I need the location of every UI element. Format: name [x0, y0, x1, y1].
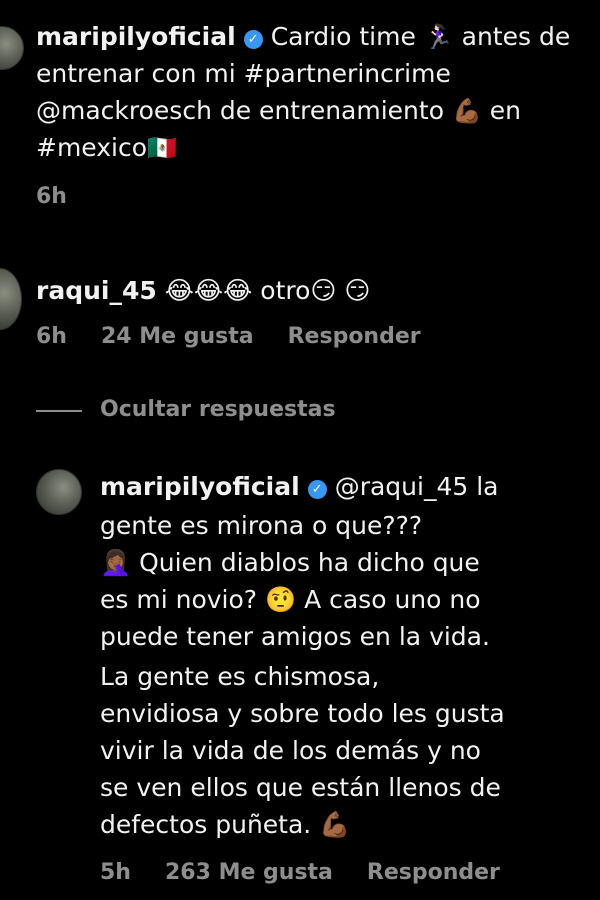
post-caption-line-1: maripilyoficial ✓ Cardio time 🏃🏻‍♀️ antes …	[36, 18, 570, 56]
reply-line-4: es mi novio? 🤨 A caso uno no	[100, 585, 481, 614]
mention-link[interactable]: @mackroesch de entrenamiento	[36, 96, 452, 125]
comment-time: 6h	[36, 324, 67, 349]
reply-line-6: La gente es chismosa,	[100, 662, 380, 691]
post-timestamp: 6h	[36, 184, 101, 209]
reply-likes-link[interactable]: 263 Me gusta	[165, 860, 333, 885]
comment-avatar[interactable]	[0, 268, 22, 330]
comment-likes-link[interactable]: 24 Me gusta	[101, 324, 254, 349]
comment-text: 😂😂😂 otro😏 😏	[156, 276, 371, 305]
caption-text-tail-2: en	[481, 96, 522, 125]
post-caption-line-2: entrenar con mi #partnerincrime	[36, 59, 451, 88]
post-caption-line-3: @mackroesch de entrenamiento 💪🏾 en	[36, 92, 521, 130]
reply-line-7: envidiosa y sobre todo les gusta	[100, 699, 505, 728]
comment-line: raqui_45 😂😂😂 otro😏 😏	[36, 272, 371, 309]
reply-time: 5h	[100, 860, 131, 885]
hide-replies-divider	[36, 410, 82, 412]
reply-avatar[interactable]	[36, 469, 82, 515]
reply-username[interactable]: maripilyoficial	[100, 472, 300, 501]
reply-line-10: defectos puñeta. 💪🏾	[100, 810, 351, 839]
mexico-flag-emoji: 🇲🇽	[147, 134, 177, 162]
post-avatar[interactable]	[0, 26, 24, 70]
comment-reply-button[interactable]: Responder	[288, 324, 421, 349]
reply-line-2: gente es mirona o que???	[100, 511, 423, 540]
reply-line-8: vivir la vida de los demás y no	[100, 736, 481, 765]
runner-emoji: 🏃🏻‍♀️	[423, 23, 454, 51]
reply-line-5: puede tener amigos en la vida.	[100, 622, 490, 651]
flexed-biceps-emoji: 💪🏾	[451, 97, 482, 125]
reply-mention[interactable]: @raqui_45 la	[335, 472, 499, 501]
reply-line-1: maripilyoficial ✓ @raqui_45 la	[100, 468, 498, 505]
reply-meta: 5h 263 Me gusta Responder	[100, 860, 534, 885]
comment-username[interactable]: raqui_45	[36, 276, 157, 305]
post-caption-line-4: #mexico🇲🇽	[36, 129, 177, 167]
comment-meta: 6h 24 Me gusta Responder	[36, 324, 455, 349]
post-time: 6h	[36, 184, 67, 209]
caption-text-tail: antes de	[453, 22, 571, 51]
verified-badge-icon-2: ✓	[307, 480, 327, 499]
caption-text: Cardio time	[270, 22, 424, 51]
verified-badge-icon: ✓	[243, 30, 263, 49]
post-username[interactable]: maripilyoficial	[36, 22, 236, 51]
hashtag-link[interactable]: #mexico	[36, 133, 147, 162]
hide-replies-button[interactable]: Ocultar respuestas	[100, 397, 336, 422]
reply-line-3: 🤦🏾‍♀️ Quien diablos ha dicho que	[100, 548, 480, 577]
reply-line-9: se ven ellos que están llenos de	[100, 773, 501, 802]
reply-reply-button[interactable]: Responder	[367, 860, 500, 885]
